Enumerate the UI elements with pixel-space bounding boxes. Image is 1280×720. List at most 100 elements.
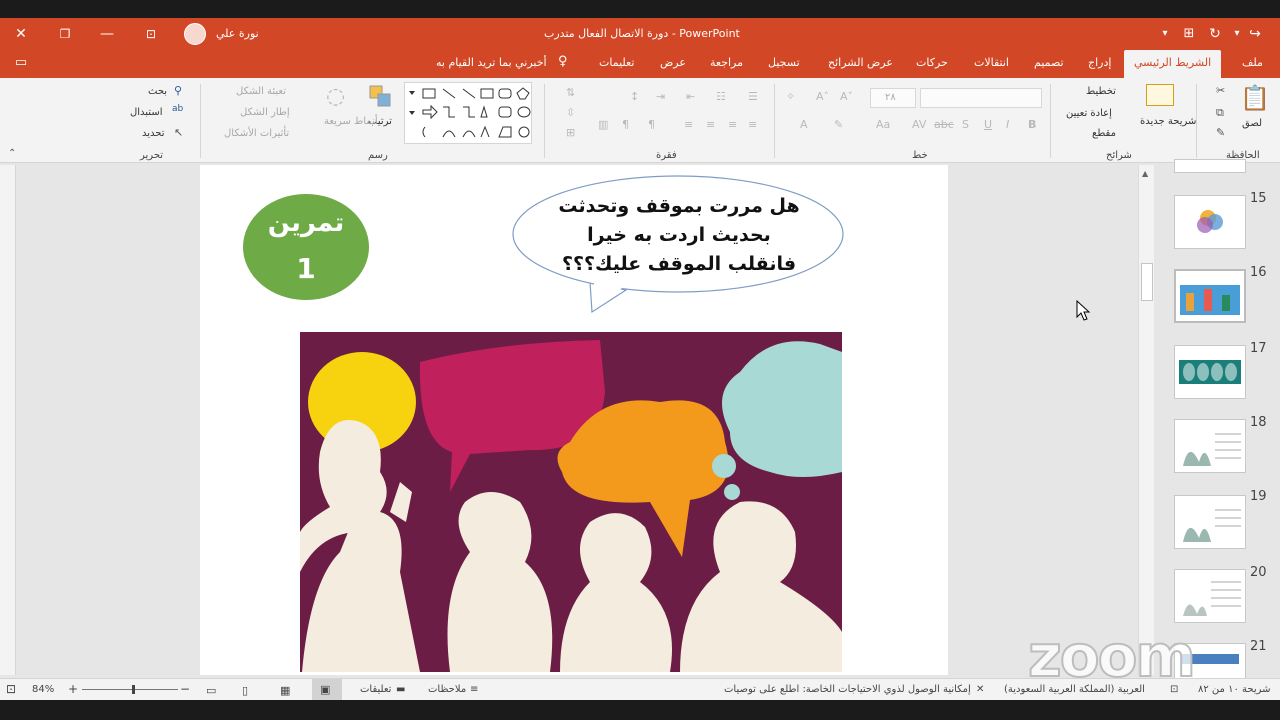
reset-button[interactable]: إعادة تعيين	[1066, 108, 1112, 119]
find-icon[interactable]: ⚲	[174, 84, 182, 97]
quick-styles-button[interactable]: أنماط سريعة	[324, 116, 378, 127]
exercise-badge[interactable]: تمرين 1	[243, 194, 369, 300]
thumbnail-14[interactable]	[1174, 159, 1246, 173]
replace-button[interactable]: استبدال	[130, 107, 163, 118]
tab-animations[interactable]: حركات	[916, 56, 948, 69]
undo-icon[interactable]: ↪	[1244, 24, 1266, 44]
format-painter-icon[interactable]: ✎	[1216, 126, 1225, 139]
align-text-icon[interactable]: ⇳	[566, 106, 575, 119]
customize-toolbar-icon[interactable]: ▾	[1154, 24, 1176, 44]
columns-icon[interactable]: ▥	[598, 118, 608, 131]
section-button[interactable]: مقطع	[1092, 128, 1116, 139]
zoom-in-icon[interactable]: +	[68, 682, 78, 696]
comments-icon[interactable]: ▬	[396, 684, 405, 695]
copy-icon[interactable]: ⧉	[1216, 106, 1224, 120]
strikethrough-icon[interactable]: abc	[934, 118, 954, 131]
align-left-icon[interactable]: ≡	[706, 118, 715, 131]
sorter-view-icon[interactable]: ▦	[280, 684, 290, 697]
align-center-icon[interactable]: ≡	[728, 118, 737, 131]
reading-view-icon[interactable]: ▯	[242, 684, 248, 697]
rtl-icon[interactable]: ¶	[648, 118, 655, 131]
bold-icon[interactable]: B	[1028, 118, 1036, 131]
select-button[interactable]: تحديد	[142, 128, 165, 139]
change-case-icon[interactable]: Aa	[876, 118, 890, 131]
paste-icon[interactable]: 📋	[1240, 84, 1270, 112]
clear-formatting-icon[interactable]: ✧	[786, 90, 795, 103]
notes-icon[interactable]: ≡	[470, 684, 478, 695]
shape-fill-button[interactable]: تعبئة الشكل	[236, 86, 286, 97]
slide-thumbnails-pane[interactable]: 15 16 17 18 19 20 21	[1158, 159, 1280, 697]
thumbnail-15[interactable]	[1174, 195, 1246, 249]
decrease-indent-icon[interactable]: ⇤	[686, 90, 695, 103]
shape-outline-button[interactable]: إطار الشكل	[240, 107, 290, 118]
normal-view-button[interactable]: ▣	[312, 679, 342, 700]
cut-icon[interactable]: ✂	[1216, 84, 1225, 97]
shape-effects-button[interactable]: تأثيرات الأشكال	[224, 128, 289, 139]
comments-icon[interactable]: ▭	[10, 53, 32, 73]
zoom-out-icon[interactable]: −	[180, 682, 190, 696]
new-slide-button[interactable]: شريحة جديدة	[1140, 116, 1196, 127]
language-status[interactable]: العربية (المملكة العربية السعودية)	[1004, 684, 1145, 695]
layout-button[interactable]: تخطيط	[1086, 86, 1116, 97]
notes-button[interactable]: ملاحظات	[428, 684, 466, 695]
comments-button[interactable]: تعليقات	[360, 684, 391, 695]
character-spacing-icon[interactable]: AV	[912, 118, 926, 131]
tab-home[interactable]: الشريط الرئيسي	[1124, 50, 1222, 78]
user-name[interactable]: نورة علي	[216, 27, 259, 40]
increase-font-icon[interactable]: A˄	[816, 90, 829, 103]
close-button[interactable]: ✕	[10, 24, 32, 44]
numbering-icon[interactable]: ☷	[716, 90, 726, 103]
smartart-icon[interactable]: ⊞	[566, 126, 575, 139]
tab-slideshow[interactable]: عرض الشرائح	[828, 56, 893, 69]
fit-slide-icon[interactable]: ⊡	[6, 682, 16, 696]
ltr-icon[interactable]: ¶	[622, 118, 629, 131]
slide-scrollbar[interactable]: ▲	[1138, 165, 1154, 675]
minimize-button[interactable]: —	[96, 24, 118, 44]
present-icon[interactable]: ⊞	[1178, 24, 1200, 44]
quick-styles-icon[interactable]: ◌	[326, 84, 345, 109]
thumbnail-19[interactable]	[1174, 495, 1246, 549]
accessibility-icon[interactable]: ✕	[976, 684, 984, 695]
scroll-up-icon[interactable]: ▲	[1142, 169, 1148, 178]
restore-button[interactable]: ❐	[54, 24, 76, 44]
justify-icon[interactable]: ≡	[684, 118, 693, 131]
tab-file[interactable]: ملف	[1242, 56, 1263, 69]
tab-help[interactable]: تعليمات	[599, 56, 634, 69]
decrease-font-icon[interactable]: A˅	[840, 90, 853, 103]
shadow-icon[interactable]: S	[962, 118, 969, 131]
arrange-icon[interactable]	[368, 84, 394, 110]
zoom-level[interactable]: 84%	[32, 684, 54, 695]
thumbnail-17[interactable]	[1174, 345, 1246, 399]
scroll-thumb[interactable]	[1141, 263, 1153, 301]
tab-view[interactable]: عرض	[660, 56, 686, 69]
tab-review[interactable]: مراجعة	[710, 56, 743, 69]
font-color-icon[interactable]: A	[800, 118, 808, 131]
replace-icon[interactable]: ab	[172, 104, 183, 114]
tab-insert[interactable]: إدراج	[1088, 56, 1111, 69]
tab-transitions[interactable]: انتقالات	[974, 56, 1009, 69]
highlight-icon[interactable]: ✎	[834, 118, 843, 131]
slideshow-view-icon[interactable]: ▭	[206, 684, 216, 697]
tab-design[interactable]: تصميم	[1034, 56, 1064, 69]
line-spacing-icon[interactable]: ↕	[630, 90, 639, 103]
collapse-ribbon-icon[interactable]: ⌃	[8, 148, 16, 159]
zoom-slider-thumb[interactable]	[132, 685, 135, 694]
thumbnail-20[interactable]	[1174, 569, 1246, 623]
font-size-dropdown[interactable]: ٢٨	[870, 88, 916, 108]
select-icon[interactable]: ↖	[174, 126, 183, 139]
ribbon-display-options-icon[interactable]: ⊡	[140, 24, 162, 44]
accessibility-status[interactable]: إمكانية الوصول لذوي الاحتياجات الخاصة: ا…	[724, 684, 971, 695]
tab-record[interactable]: تسجيل	[768, 56, 800, 69]
bullets-icon[interactable]: ☰	[748, 90, 758, 103]
avatar[interactable]	[184, 23, 206, 45]
new-slide-icon[interactable]	[1146, 84, 1174, 106]
conversation-illustration[interactable]	[300, 332, 842, 672]
spelling-icon[interactable]: ⊡	[1170, 684, 1178, 695]
zoom-slider[interactable]	[82, 689, 178, 690]
tell-me-search[interactable]: أخبرني بما تريد القيام به	[436, 56, 547, 69]
find-button[interactable]: بحث	[148, 86, 167, 97]
italic-icon[interactable]: I	[1006, 118, 1009, 131]
paste-button[interactable]: لصق	[1242, 118, 1262, 129]
thumbnail-18[interactable]	[1174, 419, 1246, 473]
left-scrollbar[interactable]	[0, 165, 16, 675]
